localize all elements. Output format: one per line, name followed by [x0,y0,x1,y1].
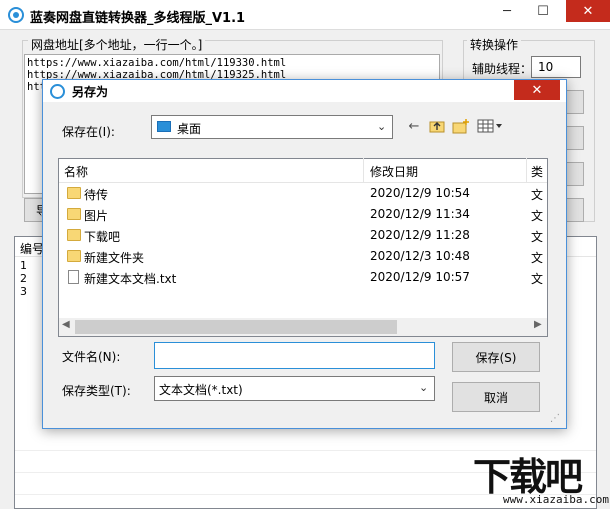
app-icon [8,7,24,23]
file-name: 图片 [84,209,109,223]
save-button[interactable]: 保存(S) [452,342,540,372]
scroll-left-icon[interactable]: ◀ [62,319,70,330]
file-row[interactable] [59,204,547,225]
operation-button-1[interactable] [566,90,584,114]
dialog-titlebar [43,80,566,102]
main-close-button[interactable]: ✕ [566,0,610,22]
operation-button-4[interactable] [566,198,584,222]
operation-button-3[interactable] [566,162,584,186]
threads-input[interactable]: 10 [531,56,581,78]
scroll-right-icon[interactable]: ▶ [534,319,542,330]
file-name: 新建文件夹 [84,251,145,265]
file-type: 文 [531,230,544,244]
url-group-label: 网盘地址[多个地址，一行一个。] [28,36,206,53]
column-separator [526,158,527,182]
filename-input[interactable] [154,342,435,369]
folder-icon [67,208,81,220]
back-arrow-icon[interactable]: ← [404,116,424,136]
close-icon: ✕ [531,82,543,98]
row-number: 1 [20,259,27,272]
maximize-icon: ☐ [537,3,549,19]
dialog-title: 另存为 [72,85,109,99]
operation-group-label: 转换操作 [467,36,522,53]
file-date: 2020/12/9 11:34 [370,207,470,221]
watermark-url: www.xiazaiba.com [503,493,609,506]
maximize-button[interactable]: ☐ [528,0,558,22]
threads-label: 辅助线程： [472,62,533,76]
column-header-type[interactable]: 类 [531,163,543,180]
resize-grip-icon[interactable]: ⋰ [550,413,560,424]
operation-button-2[interactable] [566,126,584,150]
file-row[interactable] [59,183,547,204]
dialog-app-icon [50,84,65,99]
minimize-icon: ─ [503,3,511,19]
filetype-label: 保存类型(T): [62,384,131,398]
file-date: 2020/12/9 10:54 [370,186,470,200]
row-number: 3 [20,285,27,298]
file-date: 2020/12/3 10:48 [370,249,470,263]
save-in-value: 桌面 [177,122,202,136]
file-type: 文 [531,251,544,265]
folder-icon [67,187,81,199]
desktop-icon [157,121,171,132]
minimize-button[interactable]: ─ [492,0,522,22]
cancel-button[interactable]: 取消 [452,382,540,412]
file-type: 文 [531,209,544,223]
scrollbar-thumb[interactable] [75,320,397,334]
up-folder-icon[interactable] [427,116,447,136]
chevron-down-icon: ⌄ [419,381,429,394]
file-row[interactable] [59,225,547,246]
save-in-label: 保存在(I): [62,125,115,139]
column-header-date[interactable]: 修改日期 [370,163,418,180]
close-icon: ✕ [582,3,594,19]
new-folder-icon[interactable] [451,116,471,136]
folder-icon [67,229,81,241]
file-type: 文 [531,272,544,286]
chevron-down-icon: ⌄ [377,120,387,133]
view-menu-icon[interactable] [476,116,504,136]
column-separator [363,158,364,182]
folder-icon [67,250,81,262]
file-name: 下载吧 [84,230,121,244]
file-type: 文 [531,188,544,202]
main-window-title: 蓝奏网盘直链转换器_多线程版_V1.1 [30,11,246,26]
text-file-icon [68,270,79,284]
file-date: 2020/12/9 10:57 [370,270,470,284]
file-date: 2020/12/9 11:28 [370,228,470,242]
filetype-value: 文本文档(*.txt) [159,383,243,397]
result-column-number: 编号 [20,242,45,256]
row-number: 2 [20,272,27,285]
filename-label: 文件名(N): [62,350,121,364]
column-header-name[interactable]: 名称 [64,163,88,180]
file-name: 新建文本文档.txt [84,272,177,286]
dialog-close-button[interactable]: ✕ [514,80,560,100]
file-name: 待传 [84,188,109,202]
